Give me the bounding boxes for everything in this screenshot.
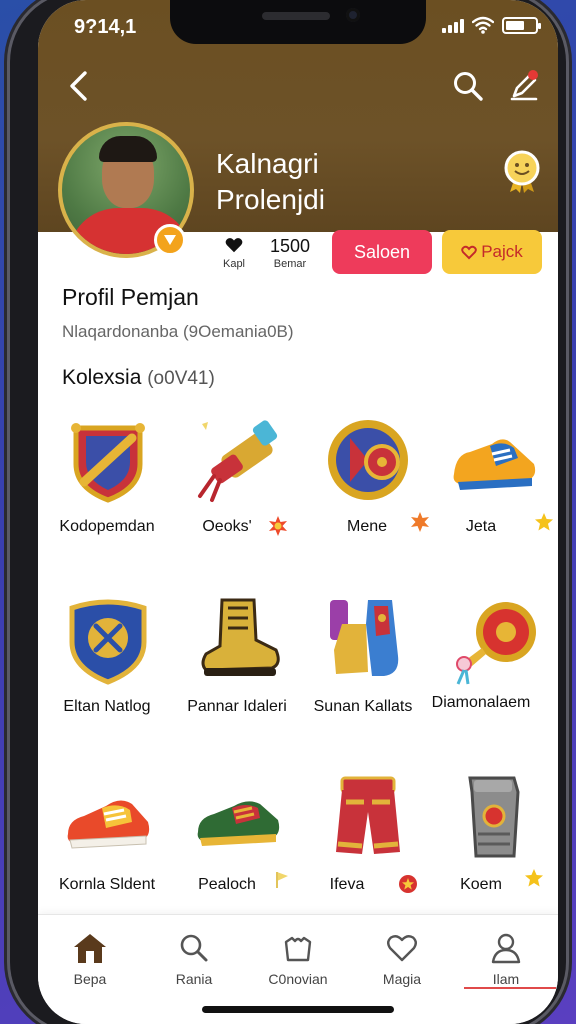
profile-name-line1: Kalnagri bbox=[216, 148, 319, 179]
nav-label: Bepa bbox=[73, 971, 107, 987]
profile-icon bbox=[491, 933, 521, 964]
wifi-icon bbox=[472, 16, 494, 34]
nav-label: Rania bbox=[175, 971, 213, 987]
item-label: Jeta bbox=[465, 518, 497, 535]
speaker-grille bbox=[262, 12, 330, 20]
nav-item-search[interactable]: Rania bbox=[142, 931, 246, 987]
drum-icon bbox=[328, 420, 408, 500]
signal-icon bbox=[442, 17, 464, 33]
item-label: Diamonalaem bbox=[431, 694, 531, 711]
profile-name: Kalnagri Prolenjdi bbox=[216, 146, 325, 218]
collection-count: (o0V41) bbox=[147, 368, 215, 389]
active-tab-indicator bbox=[464, 987, 556, 989]
home-icon bbox=[74, 934, 106, 963]
collection-item[interactable]: Mene bbox=[302, 400, 432, 570]
shield-crest-icon bbox=[71, 423, 145, 503]
collection-item[interactable]: Jeta bbox=[428, 400, 558, 570]
stat-label: Bemar bbox=[273, 258, 307, 270]
search-button[interactable] bbox=[448, 66, 488, 106]
collection-item[interactable]: Kodopemdan bbox=[42, 400, 172, 570]
sneaker-icon bbox=[453, 439, 536, 490]
status-icons bbox=[442, 16, 541, 34]
stat-points: 1500 Bemar bbox=[262, 236, 318, 270]
nav-label: C0novian bbox=[268, 971, 328, 987]
collection-item[interactable]: Sunan Kallats bbox=[302, 580, 432, 750]
triangle-down-icon bbox=[164, 235, 176, 245]
home-indicator bbox=[202, 1006, 394, 1013]
section-title: Profil Pemjan bbox=[62, 284, 199, 310]
bag-icon bbox=[284, 936, 312, 962]
front-camera bbox=[346, 8, 360, 22]
stat-value: 1500 bbox=[269, 236, 311, 256]
nav-item-bag[interactable]: C0novian bbox=[246, 931, 350, 987]
item-label: Ifeva bbox=[329, 876, 365, 893]
search-icon bbox=[454, 72, 483, 101]
collection-title: Kolexsia bbox=[62, 366, 142, 389]
secondary-action-button[interactable]: Pajck bbox=[442, 230, 542, 274]
edit-button[interactable] bbox=[504, 66, 544, 106]
collection-item[interactable]: Eltan Natlog bbox=[42, 580, 172, 750]
profile-name-line2: Prolenjdi bbox=[216, 184, 325, 215]
heart-icon bbox=[387, 935, 417, 962]
battery-icon bbox=[502, 16, 541, 34]
pants-icon bbox=[336, 776, 400, 854]
collection-item[interactable]: Pannar Idaleri bbox=[172, 580, 302, 750]
item-label: Eltan Natlog bbox=[63, 698, 151, 715]
green-shoe-icon bbox=[197, 801, 280, 846]
collection-item[interactable]: Oeoks' bbox=[172, 400, 302, 570]
scroll-cannon-icon bbox=[198, 420, 278, 502]
nav-label: Ilam bbox=[492, 971, 520, 987]
app-screen: 9?14,1 Kalnagri Prolenjdi Kapl 1500 Bema… bbox=[38, 0, 558, 1024]
collection-item[interactable]: Diamonalaem bbox=[428, 580, 558, 750]
running-shoe-icon bbox=[67, 800, 150, 849]
status-time: 9?14,1 bbox=[74, 16, 137, 38]
phone-notch bbox=[170, 0, 426, 44]
item-label: Oeoks' bbox=[202, 518, 252, 535]
stat-label: Kapl bbox=[222, 258, 246, 270]
secondary-action-label: Pajck bbox=[481, 242, 523, 261]
medal-item-icon bbox=[456, 602, 536, 685]
primary-action-button[interactable]: Saloen bbox=[332, 230, 432, 274]
item-label: Koem bbox=[460, 876, 502, 893]
nav-item-profile[interactable]: Ilam bbox=[454, 931, 558, 987]
medal-icon bbox=[504, 150, 540, 193]
nav-item-favorites[interactable]: Magia bbox=[350, 931, 454, 987]
nav-label: Magia bbox=[382, 971, 422, 987]
notification-dot bbox=[528, 70, 538, 80]
collection-item[interactable]: Kornla Sldent bbox=[42, 758, 172, 928]
gold-boot-icon bbox=[201, 598, 280, 676]
collection-item[interactable]: Koem bbox=[428, 758, 558, 928]
nav-item-home[interactable]: Bepa bbox=[38, 931, 142, 987]
blue-shield-icon bbox=[69, 599, 147, 685]
stat-likes: Kapl bbox=[214, 236, 254, 270]
section-subtitle: Nlaqardonanba (9Oemania0B) bbox=[62, 322, 294, 341]
chevron-left-icon bbox=[70, 71, 87, 101]
gauntlet-icon bbox=[468, 776, 520, 858]
collection-item[interactable]: Pealoch bbox=[172, 758, 302, 928]
leg-armor-icon bbox=[330, 600, 399, 676]
heart-icon bbox=[225, 238, 243, 253]
search-icon bbox=[180, 934, 208, 962]
heart-outline-icon bbox=[461, 245, 477, 259]
collection-item[interactable]: Ifeva bbox=[302, 758, 432, 928]
avatar-filter-badge[interactable] bbox=[154, 224, 186, 256]
back-button[interactable] bbox=[60, 66, 96, 106]
collection-heading: Kolexsia (o0V41) bbox=[62, 366, 215, 390]
